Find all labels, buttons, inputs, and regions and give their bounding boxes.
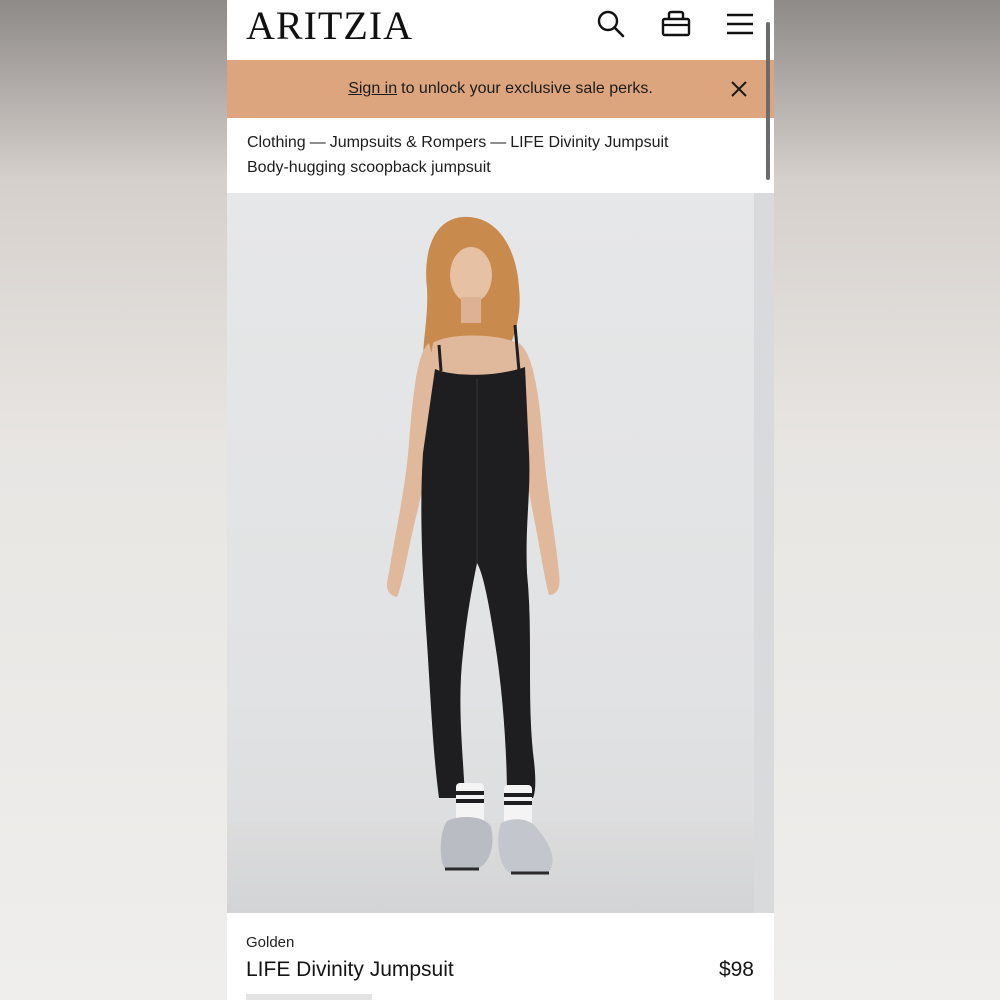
product-name: LIFE Divinity Jumpsuit <box>246 958 454 981</box>
banner-message: to unlock your exclusive sale perks. <box>401 80 653 97</box>
sign-in-banner: Sign in to unlock your exclusive sale pe… <box>227 60 774 118</box>
mobile-viewport: ARITZIA Sign in to unlock your exclusive… <box>227 0 774 1000</box>
search-icon[interactable] <box>595 8 627 40</box>
breadcrumb: Clothing — Jumpsuits & Rompers — LIFE Divini… <box>247 130 757 180</box>
breadcrumb-trail: Clothing — Jumpsuits & Rompers — LIFE Divini… <box>247 130 757 155</box>
page-scrollbar[interactable] <box>766 22 770 180</box>
shopping-bag-icon[interactable] <box>660 8 692 40</box>
breadcrumb-jumpsuits-rompers[interactable]: Jumpsuits & Rompers <box>330 134 487 151</box>
model-illustration <box>387 216 560 875</box>
site-header: ARITZIA <box>227 0 774 60</box>
color-swatch-bar[interactable] <box>246 994 372 1000</box>
product-subtitle: Body-hugging scoopback jumpsuit <box>247 159 491 176</box>
brand-logo[interactable]: ARITZIA <box>246 2 413 49</box>
close-icon[interactable] <box>729 79 749 99</box>
product-price: $98 <box>718 958 754 981</box>
sign-in-link[interactable]: Sign in <box>348 80 397 98</box>
menu-icon[interactable] <box>724 8 756 40</box>
breadcrumb-current-product[interactable]: LIFE Divinity Jumpsuit <box>510 134 668 151</box>
breadcrumb-separator: — <box>490 134 507 151</box>
breadcrumb-clothing[interactable]: Clothing <box>247 134 306 151</box>
product-brand[interactable]: Golden <box>246 934 294 951</box>
breadcrumb-separator: — <box>309 134 326 151</box>
product-image[interactable] <box>227 193 774 913</box>
